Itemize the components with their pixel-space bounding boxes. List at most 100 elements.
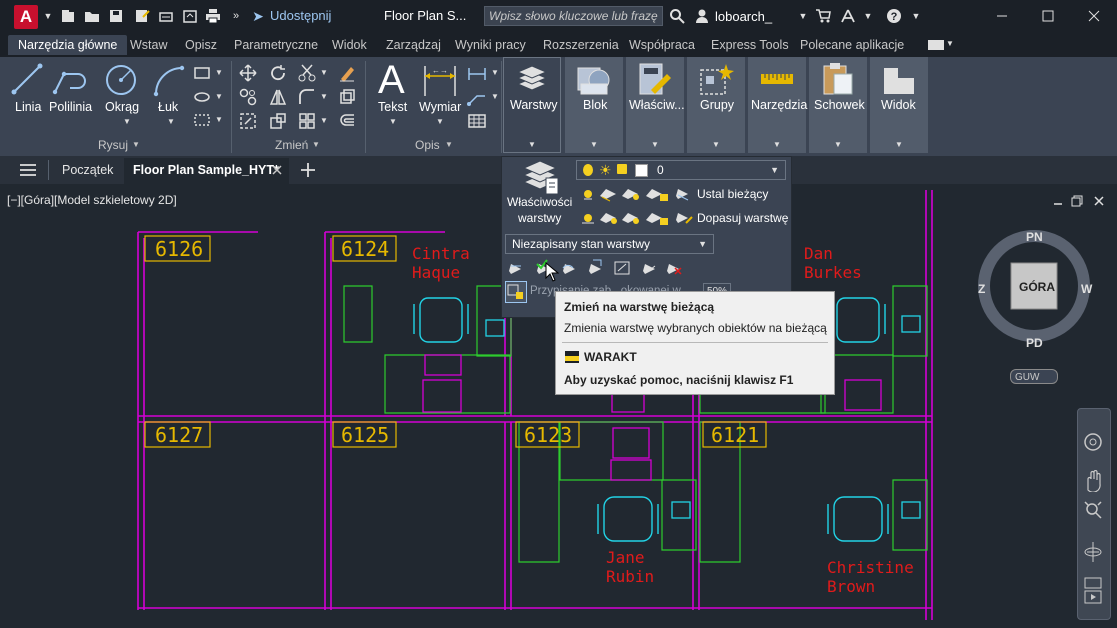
erase-icon[interactable] [338, 64, 356, 82]
layer-thaw-sun-icon[interactable]: ☀ [599, 162, 612, 178]
layer-properties-label-line1[interactable]: Właściwości [507, 195, 572, 209]
trim-icon[interactable] [298, 64, 316, 82]
tab-addins[interactable]: Rozszerzenia [543, 38, 619, 52]
viewport-controls-label[interactable]: [−][Góra][Model szkieletowy 2D] [7, 193, 177, 207]
arc-chevron-icon[interactable]: ▼ [167, 117, 175, 126]
undo-export-icon[interactable] [182, 8, 198, 24]
connect-chevron-icon[interactable]: ▼ [860, 8, 876, 24]
user-chevron-icon[interactable]: ▼ [795, 8, 811, 24]
maximize-icon[interactable] [1040, 8, 1056, 24]
rectangle-icon[interactable] [193, 66, 211, 80]
layers-chevron-icon[interactable]: ▼ [528, 140, 536, 149]
utilities-chevron-icon[interactable]: ▼ [773, 140, 781, 149]
properties-chevron-icon[interactable]: ▼ [651, 140, 659, 149]
help-icon[interactable]: ? [886, 8, 902, 24]
fillet-chevron-icon[interactable]: ▼ [320, 92, 328, 101]
layer-properties-label-line2[interactable]: warstwy [518, 211, 561, 225]
polyline-button[interactable]: Polilinia [49, 100, 92, 114]
tab-parametric[interactable]: Parametryczne [234, 38, 318, 52]
tab-express-tools[interactable]: Express Tools [711, 38, 789, 52]
explode-icon[interactable] [338, 88, 356, 106]
ribbon-options-icon[interactable] [928, 40, 944, 50]
tab-insert[interactable]: Wstaw [130, 38, 168, 52]
text-button[interactable]: Tekst [378, 100, 407, 114]
hatch-icon[interactable] [193, 90, 211, 104]
app-menu-chevron-icon[interactable]: ▼ [40, 8, 56, 24]
ribbon-options-chevron-icon[interactable]: ▼ [946, 39, 954, 48]
save-as-icon[interactable] [134, 8, 150, 24]
current-layer-combo[interactable]: ☀ 0 ▼ [576, 160, 786, 180]
showmotion-icon[interactable] [1083, 576, 1103, 606]
viewport-restore-icon[interactable] [1071, 195, 1083, 207]
pan-hand-icon[interactable] [1083, 470, 1103, 492]
line-button[interactable]: Linia [15, 100, 41, 114]
user-icon[interactable] [694, 8, 710, 24]
start-tab[interactable]: Początek [62, 163, 113, 177]
arc-button[interactable]: Łuk [158, 100, 178, 114]
move-icon[interactable] [239, 64, 257, 82]
print-icon[interactable] [205, 8, 221, 24]
circle-chevron-icon[interactable]: ▼ [123, 117, 131, 126]
viewcube-top-face[interactable]: GÓRA [1019, 280, 1055, 294]
leader-chevron-icon[interactable]: ▼ [491, 92, 499, 101]
close-icon[interactable] [1086, 8, 1102, 24]
hamburger-menu-icon[interactable] [19, 163, 37, 177]
make-current-layer-icon[interactable] [674, 185, 696, 203]
trim-chevron-icon[interactable]: ▼ [320, 68, 328, 77]
steering-wheel-icon[interactable] [1083, 432, 1103, 452]
tab-annotate[interactable]: Opisz [185, 38, 217, 52]
fillet-icon[interactable] [298, 88, 316, 106]
tab-output[interactable]: Wyniki pracy [455, 38, 526, 52]
block-chevron-icon[interactable]: ▼ [590, 140, 598, 149]
match-layer-button[interactable]: Dopasuj warstwę [697, 211, 788, 225]
zoom-extents-icon[interactable] [1083, 500, 1103, 520]
help-chevron-icon[interactable]: ▼ [908, 8, 924, 24]
wcs-menu[interactable]: GUW [1010, 369, 1058, 384]
close-tab-icon[interactable] [272, 165, 282, 175]
array-icon[interactable] [298, 112, 316, 130]
dimension-button[interactable]: Wymiar [419, 100, 461, 114]
tab-manage[interactable]: Zarządzaj [386, 38, 441, 52]
draw-panel-chevron-icon[interactable]: ▼ [132, 140, 140, 149]
offset-icon[interactable] [338, 112, 356, 130]
circle-button[interactable]: Okrąg [105, 100, 139, 114]
layer-color-swatch[interactable] [635, 164, 648, 177]
text-chevron-icon[interactable]: ▼ [389, 117, 397, 126]
active-file-tab[interactable]: Floor Plan Sample_HYT* [133, 163, 279, 177]
table-icon[interactable] [467, 113, 487, 129]
layer-state-chevron-icon[interactable]: ▼ [698, 235, 707, 253]
new-tab-plus-icon[interactable] [300, 162, 316, 178]
copy-icon[interactable] [239, 88, 257, 106]
more-tools-icon[interactable]: » [228, 8, 244, 24]
tab-collaborate[interactable]: Współpraca [629, 38, 695, 52]
new-file-icon[interactable] [60, 8, 76, 24]
stretch-icon[interactable] [239, 112, 257, 130]
modify-panel-chevron-icon[interactable]: ▼ [312, 140, 320, 149]
region-chevron-icon[interactable]: ▼ [215, 115, 223, 124]
layer-tools-row-1[interactable] [580, 185, 676, 203]
view-chevron-icon[interactable]: ▼ [895, 140, 903, 149]
search-input[interactable]: Wpisz słowo kluczowe lub frazę [484, 6, 663, 26]
scale-icon[interactable] [269, 112, 287, 130]
layer-on-bulb-icon[interactable] [583, 164, 593, 176]
viewcube-south[interactable]: PD [1026, 336, 1043, 350]
current-layer-chevron-icon[interactable]: ▼ [770, 161, 779, 179]
open-folder-icon[interactable] [84, 8, 100, 24]
match-layer-icon[interactable] [674, 209, 696, 227]
tab-home[interactable]: Narzędzia główne [8, 35, 128, 55]
layer-tools-row-2[interactable] [580, 209, 676, 227]
tab-view[interactable]: Widok [332, 38, 367, 52]
rectangle-chevron-icon[interactable]: ▼ [215, 68, 223, 77]
dimension-chevron-icon[interactable]: ▼ [436, 117, 444, 126]
rotate-icon[interactable] [269, 64, 287, 82]
autocad-logo-icon[interactable]: A [14, 5, 38, 29]
mirror-icon[interactable] [269, 88, 287, 106]
search-icon[interactable] [669, 8, 685, 24]
linear-dim-chevron-icon[interactable]: ▼ [491, 68, 499, 77]
user-name[interactable]: loboarch_ [715, 9, 772, 24]
plot-cloud-icon[interactable] [158, 8, 174, 24]
orbit-icon[interactable] [1083, 540, 1103, 564]
groups-chevron-icon[interactable]: ▼ [712, 140, 720, 149]
viewcube-north[interactable]: PN [1026, 230, 1043, 244]
autodesk-connect-icon[interactable] [840, 8, 856, 24]
